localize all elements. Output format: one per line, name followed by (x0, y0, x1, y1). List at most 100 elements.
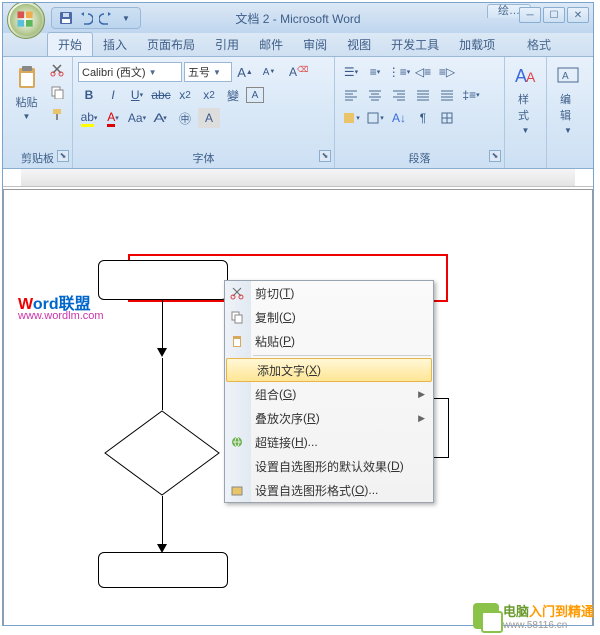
menu-separator (253, 355, 431, 356)
ribbon-tabs: 开始 插入 页面布局 引用 邮件 审阅 视图 开发工具 加载项 格式 (3, 33, 593, 57)
italic-button[interactable]: I (102, 85, 124, 105)
format-painter-icon[interactable] (47, 104, 67, 124)
flowchart-connector[interactable] (162, 358, 163, 410)
justify-icon[interactable] (412, 85, 434, 105)
scissors-icon (229, 285, 245, 301)
editing-button[interactable]: А 编辑 ▼ (552, 60, 584, 139)
numbering-icon[interactable]: ≡▾ (364, 62, 386, 82)
watermark-url: www.wordlm.com (18, 310, 104, 322)
minimize-button[interactable]: ─ (519, 7, 541, 23)
distributed-icon[interactable] (436, 85, 458, 105)
sort-icon[interactable]: A↓ (388, 108, 410, 128)
tab-view[interactable]: 视图 (337, 33, 381, 56)
menu-copy[interactable]: 复制(C) (225, 305, 433, 329)
grow-font-icon[interactable]: A▲ (234, 62, 256, 82)
shrink-font-icon[interactable]: A▼ (258, 62, 280, 82)
menu-group[interactable]: 组合(G)▶ (225, 382, 433, 406)
menu-set-default-shape[interactable]: 设置自选图形的默认效果(D) (225, 454, 433, 478)
menu-format-shape[interactable]: 设置自选图形格式(O)... (225, 478, 433, 502)
snap-to-grid-icon[interactable] (436, 108, 458, 128)
menu-cut[interactable]: 剪切(T) (225, 281, 433, 305)
change-case-icon[interactable]: Aa▾ (126, 108, 148, 128)
show-marks-icon[interactable]: ¶ (412, 108, 434, 128)
save-icon[interactable] (58, 10, 74, 26)
group-clipboard: 粘贴 ▼ 剪贴板⬊ (3, 57, 73, 168)
flowchart-process-shape[interactable] (98, 260, 228, 300)
font-family-combo[interactable]: Calibri (西文)▼ (78, 62, 182, 82)
line-spacing-icon[interactable]: ‡≡▾ (460, 85, 482, 105)
copy-icon[interactable] (47, 82, 67, 102)
menu-paste[interactable]: 粘贴(P) (225, 329, 433, 353)
align-right-icon[interactable] (388, 85, 410, 105)
multilevel-list-icon[interactable]: ⋮≡▾ (388, 62, 410, 82)
character-scaling-icon[interactable]: A▾ (150, 108, 172, 128)
tab-insert[interactable]: 插入 (93, 33, 137, 56)
subscript-button[interactable]: x2 (174, 85, 196, 105)
menu-order[interactable]: 叠放次序(R)▶ (225, 406, 433, 430)
paragraph-launcher-icon[interactable]: ⬊ (489, 150, 501, 162)
flowchart-connector[interactable] (162, 300, 163, 350)
close-button[interactable]: ✕ (567, 7, 589, 23)
character-shading-icon[interactable]: A (198, 108, 220, 128)
paste-button[interactable]: 粘贴 ▼ (8, 60, 45, 125)
phonetic-guide-icon[interactable]: 變 (222, 85, 244, 105)
format-shape-icon (229, 482, 245, 498)
tab-home[interactable]: 开始 (47, 32, 93, 56)
flowchart-process-shape[interactable] (98, 552, 228, 588)
decrease-indent-icon[interactable]: ◁≡ (412, 62, 434, 82)
clipboard-group-label: 剪贴板 (21, 153, 54, 165)
maximize-button[interactable]: ☐ (543, 7, 565, 23)
undo-icon[interactable] (78, 10, 94, 26)
bold-button[interactable]: B (78, 85, 100, 105)
paste-icon (229, 333, 245, 349)
enclose-characters-icon[interactable]: ㊥ (174, 108, 196, 128)
font-color-icon[interactable]: A▾ (102, 108, 124, 128)
document-area[interactable]: Word联盟 www.wordlm.com 剪切(T) 复制(C) 粘贴(P) … (3, 189, 593, 625)
ruler[interactable] (3, 169, 593, 187)
clipboard-launcher-icon[interactable]: ⬊ (57, 150, 69, 162)
submenu-arrow-icon: ▶ (418, 413, 425, 424)
redo-icon[interactable] (98, 10, 114, 26)
arrow-down-icon (157, 348, 167, 357)
tab-developer[interactable]: 开发工具 (381, 33, 449, 56)
paste-label: 粘贴 (16, 94, 38, 110)
qat-dropdown-icon[interactable]: ▼ (118, 10, 134, 26)
tab-page-layout[interactable]: 页面布局 (137, 33, 205, 56)
increase-indent-icon[interactable]: ≡▷ (436, 62, 458, 82)
tab-addins[interactable]: 加载项 (449, 33, 505, 56)
clear-formatting-icon[interactable]: A⌫ (282, 62, 304, 82)
menu-hyperlink[interactable]: 超链接(H)... (225, 430, 433, 454)
svg-text:A: A (526, 69, 536, 85)
strikethrough-button[interactable]: abc (150, 85, 172, 105)
quick-access-toolbar: ▼ (51, 7, 141, 29)
group-font: Calibri (西文)▼ 五号▼ A▲ A▼ A⌫ B I U▾ abc x2… (73, 57, 335, 168)
font-size-combo[interactable]: 五号▼ (184, 62, 232, 82)
cut-icon[interactable] (47, 60, 67, 80)
menu-add-text[interactable]: 添加文字(X) (226, 358, 432, 382)
shading-icon[interactable]: ▾ (340, 108, 362, 128)
superscript-button[interactable]: x2 (198, 85, 220, 105)
align-center-icon[interactable] (364, 85, 386, 105)
borders-icon[interactable]: ▾ (364, 108, 386, 128)
tab-review[interactable]: 审阅 (293, 33, 337, 56)
hyperlink-icon (229, 434, 245, 450)
font-group-label: 字体 (193, 153, 215, 165)
flowchart-connector[interactable] (162, 496, 163, 546)
character-border-icon[interactable]: A (246, 87, 264, 103)
footer-brand: 电脑入门到精通 www.58116.cn (473, 601, 594, 631)
underline-button[interactable]: U▾ (126, 85, 148, 105)
align-left-icon[interactable] (340, 85, 362, 105)
office-button[interactable] (7, 2, 45, 39)
bullets-icon[interactable]: ☰▾ (340, 62, 362, 82)
flowchart-decision-shape[interactable] (104, 410, 220, 496)
paragraph-group-label: 段落 (409, 153, 431, 165)
tab-mailings[interactable]: 邮件 (249, 33, 293, 56)
tab-format[interactable]: 格式 (517, 33, 561, 56)
font-launcher-icon[interactable]: ⬊ (319, 150, 331, 162)
copy-icon (229, 309, 245, 325)
tab-references[interactable]: 引用 (205, 33, 249, 56)
styles-button[interactable]: AA 样式 ▼ (510, 60, 541, 139)
context-menu: 剪切(T) 复制(C) 粘贴(P) 添加文字(X) 组合(G)▶ 叠放次序(R)… (224, 280, 434, 503)
group-styles: AA 样式 ▼ (505, 57, 547, 168)
highlight-color-icon[interactable]: ab▾ (78, 108, 100, 128)
